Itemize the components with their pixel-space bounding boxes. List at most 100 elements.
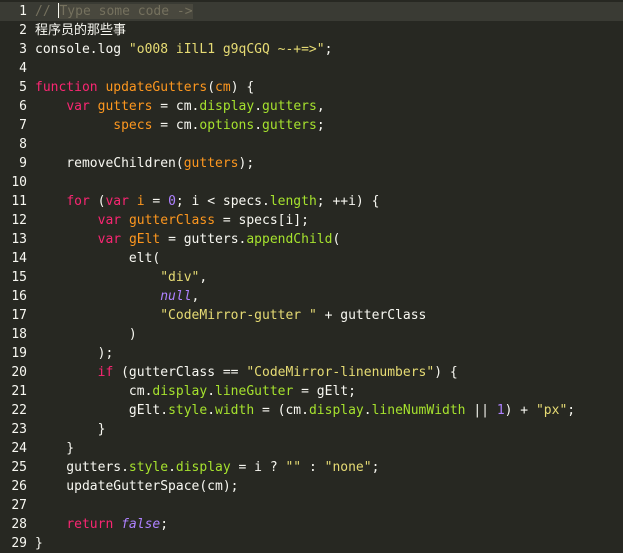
- line-number: 11: [11, 194, 27, 209]
- code-token: .: [207, 403, 216, 418]
- line-text[interactable]: removeChildren(gutters);: [35, 154, 254, 173]
- line-text[interactable]: var gutters = cm.display.gutters,: [35, 97, 324, 116]
- code-line[interactable]: 23 }: [0, 420, 623, 439]
- line-text[interactable]: }: [35, 534, 43, 553]
- code-token: 程序员的那些事: [35, 23, 127, 38]
- code-token: );: [238, 156, 255, 171]
- line-number: 22: [11, 403, 27, 418]
- code-token: = gElt;: [293, 384, 356, 399]
- line-text[interactable]: gElt.style.width = (cm.display.lineNumWi…: [35, 401, 575, 420]
- code-line[interactable]: 25 gutters.style.display = i ? "" : "non…: [0, 458, 623, 477]
- code-line[interactable]: 18 ): [0, 325, 623, 344]
- code-line[interactable]: 20 if (gutterClass == "CodeMirror-linenu…: [0, 363, 623, 382]
- code-token: lineNumWidth: [371, 403, 466, 418]
- code-token: 0: [168, 194, 176, 209]
- code-line[interactable]: 29}: [0, 534, 623, 553]
- line-text[interactable]: cm.display.lineGutter = gElt;: [35, 382, 356, 401]
- code-line[interactable]: 4: [0, 59, 623, 78]
- code-token: gutters: [262, 118, 317, 133]
- code-token: cm.: [35, 384, 153, 399]
- code-line[interactable]: 24 }: [0, 439, 623, 458]
- code-token: = gutters.: [160, 232, 247, 247]
- code-line[interactable]: 1 // Type some code ->: [0, 2, 623, 21]
- code-line[interactable]: 26 updateGutterSpace(cm);: [0, 477, 623, 496]
- code-token: 1: [496, 403, 505, 418]
- line-text[interactable]: for (var i = 0; i < specs.length; ++i) {: [35, 192, 379, 211]
- code-token: lineGutter: [215, 384, 294, 399]
- line-text[interactable]: // Type some code ->: [35, 2, 193, 21]
- line-text[interactable]: }: [35, 420, 106, 439]
- code-token: ,: [199, 270, 208, 285]
- code-line[interactable]: 15 "div",: [0, 268, 623, 287]
- line-text[interactable]: }: [35, 439, 74, 458]
- code-line[interactable]: 22 gElt.style.width = (cm.display.lineNu…: [0, 401, 623, 420]
- code-token: ||: [465, 403, 497, 418]
- code-line[interactable]: 17 "CodeMirror-gutter " + gutterClass: [0, 306, 623, 325]
- line-text[interactable]: var gutterClass = specs[i];: [35, 211, 309, 230]
- code-line[interactable]: 27: [0, 496, 623, 515]
- line-number: 19: [11, 346, 27, 361]
- code-line[interactable]: 11 for (var i = 0; i < specs.length; ++i…: [0, 192, 623, 211]
- code-token: removeChildren(: [35, 156, 184, 171]
- code-token: "o008 iIlL1 g9qCGQ ~-+=>": [128, 42, 325, 57]
- code-token: =: [152, 118, 176, 133]
- code-token: ;: [371, 460, 380, 475]
- code-line[interactable]: 19 );: [0, 344, 623, 363]
- code-line[interactable]: 14 elt(: [0, 249, 623, 268]
- code-token: var: [66, 99, 98, 114]
- line-text[interactable]: gutters.style.display = i ? "" : "none";: [35, 458, 379, 477]
- code-line[interactable]: 5 function updateGutters(cm) {: [0, 78, 623, 97]
- code-token: =: [144, 194, 169, 209]
- code-line[interactable]: 9 removeChildren(gutters);: [0, 154, 623, 173]
- code-token: display: [308, 403, 364, 418]
- code-lines[interactable]: 1 // Type some code -> 2 程序员的那些事 3 console.lo…: [0, 2, 623, 553]
- code-line[interactable]: 21 cm.display.lineGutter = gElt;: [0, 382, 623, 401]
- code-line[interactable]: 7 specs = cm.options.gutters;: [0, 116, 623, 135]
- line-number: 5: [19, 80, 27, 95]
- code-token: ) +: [504, 403, 536, 418]
- code-token: ) {: [230, 80, 255, 95]
- code-line[interactable]: 12 var gutterClass = specs[i];: [0, 211, 623, 230]
- line-number: 27: [11, 498, 27, 513]
- line-text[interactable]: ): [35, 325, 137, 344]
- line-text[interactable]: if (gutterClass == "CodeMirror-linenumbe…: [35, 363, 458, 382]
- code-line[interactable]: 13 var gElt = gutters.appendChild(: [0, 230, 623, 249]
- code-token: gutters.: [35, 460, 129, 475]
- code-line[interactable]: 8: [0, 135, 623, 154]
- code-editor[interactable]: 1 // Type some code -> 2 程序员的那些事 3 console.lo…: [0, 0, 623, 552]
- code-token: elt(: [35, 251, 161, 266]
- code-token: }: [35, 536, 43, 551]
- code-line[interactable]: 10: [0, 173, 623, 192]
- line-text[interactable]: return false;: [35, 515, 168, 534]
- code-token: cm.: [175, 118, 200, 133]
- line-text[interactable]: );: [35, 344, 114, 363]
- line-text[interactable]: updateGutterSpace(cm);: [35, 477, 238, 496]
- code-token: ): [35, 327, 137, 342]
- line-number: 16: [11, 289, 27, 304]
- code-line[interactable]: 3 console.log "o008 iIlL1 g9qCGQ ~-+=>";: [0, 40, 623, 59]
- code-line[interactable]: 16 null,: [0, 287, 623, 306]
- code-line[interactable]: 6 var gutters = cm.display.gutters,: [0, 97, 623, 116]
- line-text[interactable]: var gElt = gutters.appendChild(: [35, 230, 341, 249]
- code-line[interactable]: 28 return false;: [0, 515, 623, 534]
- code-token: ;: [160, 517, 169, 532]
- line-text[interactable]: 程序员的那些事: [35, 21, 126, 40]
- code-token: appendChild: [246, 232, 333, 247]
- line-text[interactable]: console.log "o008 iIlL1 g9qCGQ ~-+=>";: [35, 40, 332, 59]
- code-token: "CodeMirror-linenumbers": [246, 365, 435, 380]
- code-token: if: [97, 365, 122, 380]
- line-number: 4: [19, 61, 27, 76]
- line-text[interactable]: specs = cm.options.gutters;: [35, 116, 324, 135]
- code-line[interactable]: 2 程序员的那些事: [0, 21, 623, 40]
- code-token: for: [66, 194, 98, 209]
- line-text[interactable]: "div",: [35, 268, 207, 287]
- code-token: ; ++i) {: [316, 194, 380, 209]
- line-text[interactable]: "CodeMirror-gutter " + gutterClass: [35, 306, 426, 325]
- line-text[interactable]: elt(: [35, 249, 160, 268]
- line-text[interactable]: null,: [35, 287, 199, 306]
- code-token: .: [254, 118, 263, 133]
- line-text[interactable]: function updateGutters(cm) {: [35, 78, 254, 97]
